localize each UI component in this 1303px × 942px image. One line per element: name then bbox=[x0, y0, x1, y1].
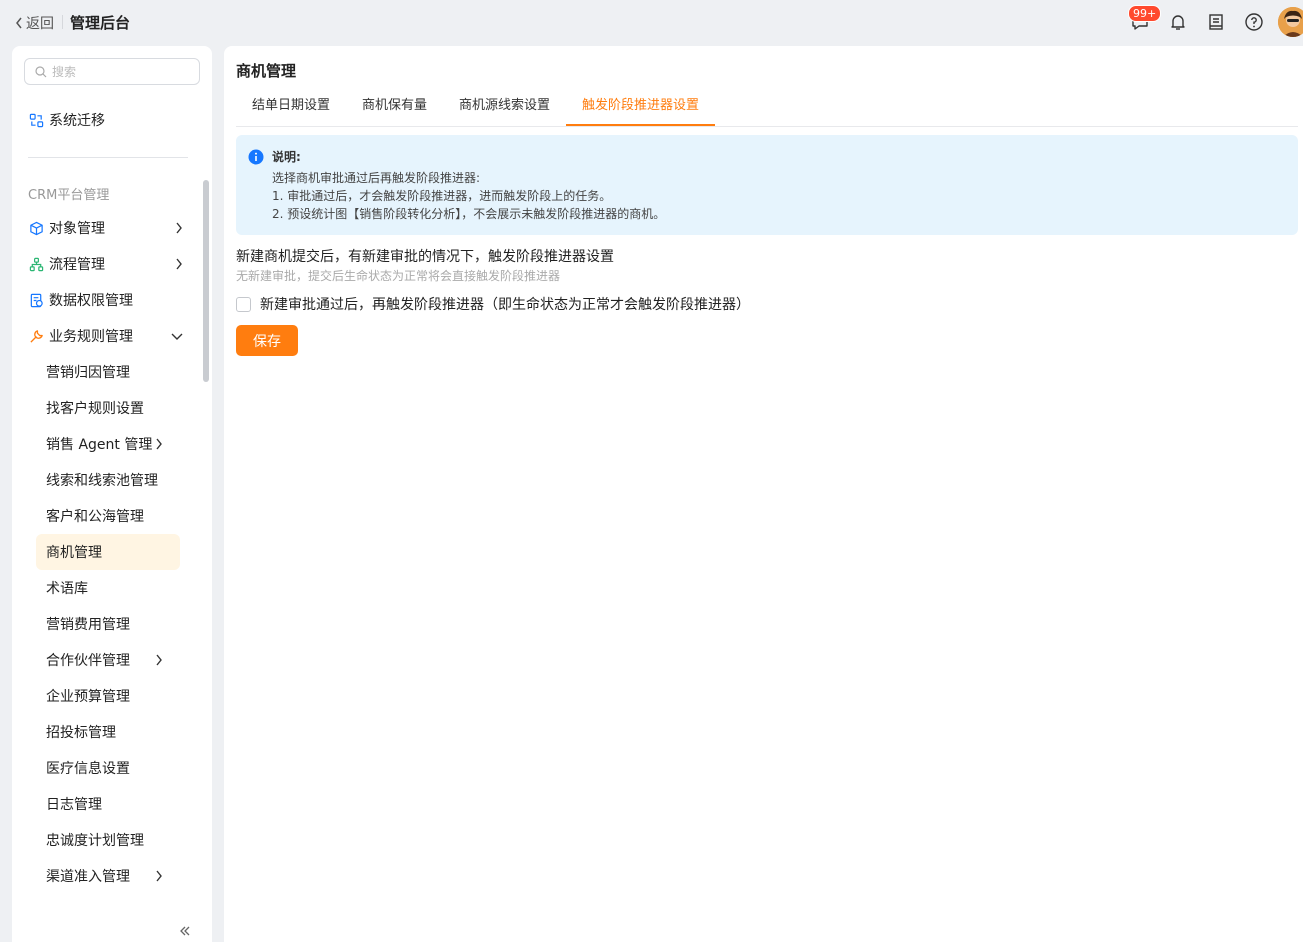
chevron-right-icon bbox=[156, 654, 162, 666]
migration-icon bbox=[28, 112, 44, 128]
sidebar: 系统迁移 CRM平台管理 对象管理 流程管理 数据权限管理 业务规则管理 营销归… bbox=[12, 46, 212, 942]
sidebar-subitem-customer-finder-rules[interactable]: 找客户规则设置 bbox=[36, 390, 180, 426]
rule-icon bbox=[28, 328, 44, 344]
sidebar-item-system-migration[interactable]: 系统迁移 bbox=[28, 102, 188, 138]
sidebar-subitem-label: 企业预算管理 bbox=[46, 689, 130, 705]
tab-opportunity-holding[interactable]: 商机保有量 bbox=[346, 90, 443, 126]
flow-icon bbox=[28, 256, 44, 272]
divider bbox=[28, 157, 188, 158]
sidebar-subitem-label: 招投标管理 bbox=[46, 725, 116, 741]
section-title: 新建商机提交后，有新建审批的情况下，触发阶段推进器设置 bbox=[236, 249, 614, 265]
divider bbox=[62, 15, 63, 29]
sidebar-subitem-channel-access[interactable]: 渠道准入管理 bbox=[36, 858, 180, 894]
sidebar-subitem-label: 渠道准入管理 bbox=[46, 869, 130, 885]
sidebar-subitem-label: 商机管理 bbox=[46, 545, 102, 561]
top-bar: 返回 管理后台 99+ bbox=[0, 0, 1303, 44]
sidebar-subitem-logs[interactable]: 日志管理 bbox=[36, 786, 180, 822]
sidebar-subitem-label: 线索和线索池管理 bbox=[46, 473, 158, 489]
page-title: 商机管理 bbox=[236, 62, 297, 80]
main-panel: 商机管理 结单日期设置 商机保有量 商机源线索设置 触发阶段推进器设置 说明: … bbox=[224, 46, 1303, 942]
permission-icon bbox=[28, 292, 44, 308]
sidebar-item-business-rules[interactable]: 业务规则管理 bbox=[28, 318, 188, 354]
sidebar-subitem-label: 医疗信息设置 bbox=[46, 761, 130, 777]
sidebar-subitem-loyalty[interactable]: 忠诚度计划管理 bbox=[36, 822, 180, 858]
sidebar-subitem-label: 客户和公海管理 bbox=[46, 509, 144, 525]
notice-box: 说明: 选择商机审批通过后再触发阶段推进器: 1. 审批通过后，才会触发阶段推进… bbox=[236, 135, 1298, 235]
bell-icon[interactable] bbox=[1167, 11, 1189, 33]
message-count-badge: 99+ bbox=[1128, 5, 1162, 22]
sidebar-item-label: 流程管理 bbox=[49, 257, 105, 273]
app-title: 管理后台 bbox=[70, 14, 131, 32]
notice-line: 2. 预设统计图【销售阶段转化分析】，不会展示未触发阶段推进器的商机。 bbox=[272, 207, 666, 221]
sidebar-item-label: 业务规则管理 bbox=[49, 329, 133, 345]
chevron-right-icon bbox=[176, 258, 182, 270]
collapse-sidebar-icon[interactable] bbox=[178, 924, 192, 942]
notice-line: 选择商机审批通过后再触发阶段推进器: bbox=[272, 171, 481, 185]
sidebar-subitem-glossary[interactable]: 术语库 bbox=[36, 570, 180, 606]
sidebar-subitem-opportunity[interactable]: 商机管理 bbox=[36, 534, 180, 570]
sidebar-subitem-label: 合作伙伴管理 bbox=[46, 653, 130, 669]
sidebar-subitem-sales-agent[interactable]: 销售 Agent 管理 bbox=[36, 426, 180, 462]
chevron-down-icon bbox=[171, 333, 183, 340]
approval-trigger-option[interactable]: 新建审批通过后，再触发阶段推进器（即生命状态为正常才会触发阶段推进器） bbox=[236, 294, 750, 314]
chevron-right-icon bbox=[176, 222, 182, 234]
sidebar-subitem-leads[interactable]: 线索和线索池管理 bbox=[36, 462, 180, 498]
sidebar-subitem-label: 营销费用管理 bbox=[46, 617, 130, 633]
sidebar-item-data-permission[interactable]: 数据权限管理 bbox=[28, 282, 188, 318]
sidebar-subitem-label: 找客户规则设置 bbox=[46, 401, 144, 417]
tab-source-lead-settings[interactable]: 商机源线索设置 bbox=[443, 90, 566, 126]
section-subtitle: 无新建审批，提交后生命状态为正常将会直接触发阶段推进器 bbox=[236, 269, 561, 283]
sidebar-item-label: 数据权限管理 bbox=[49, 293, 133, 309]
sidebar-item-flow-management[interactable]: 流程管理 bbox=[28, 246, 188, 282]
sidebar-subitem-label: 日志管理 bbox=[46, 797, 102, 813]
help-icon[interactable] bbox=[1243, 11, 1265, 33]
back-label: 返回 bbox=[26, 16, 54, 32]
notice-title: 说明: bbox=[272, 150, 301, 164]
chevron-right-icon bbox=[156, 438, 162, 450]
back-button[interactable]: 返回 bbox=[14, 13, 54, 33]
sidebar-subitem-customers[interactable]: 客户和公海管理 bbox=[36, 498, 180, 534]
sidebar-subitem-label: 术语库 bbox=[46, 581, 88, 597]
sidebar-item-label: 对象管理 bbox=[49, 221, 105, 237]
avatar[interactable] bbox=[1278, 7, 1303, 37]
approval-trigger-checkbox[interactable] bbox=[236, 296, 251, 312]
sidebar-item-label: 系统迁移 bbox=[49, 113, 105, 129]
sidebar-subitem-bidding[interactable]: 招投标管理 bbox=[36, 714, 180, 750]
notice-line: 1. 审批通过后，才会触发阶段推进器，进而触发阶段上的任务。 bbox=[272, 189, 612, 203]
sidebar-subitem-marketing-attribution[interactable]: 营销归因管理 bbox=[36, 354, 180, 390]
sidebar-subitem-medical-info[interactable]: 医疗信息设置 bbox=[36, 750, 180, 786]
search-box[interactable] bbox=[24, 58, 200, 85]
chevron-right-icon bbox=[156, 870, 162, 882]
group-label: CRM平台管理 bbox=[28, 188, 110, 203]
sidebar-subitem-label: 忠诚度计划管理 bbox=[46, 833, 144, 849]
sidebar-subitem-label: 销售 Agent 管理 bbox=[46, 437, 153, 453]
info-icon bbox=[248, 149, 264, 165]
sidebar-subitem-marketing-cost[interactable]: 营销费用管理 bbox=[36, 606, 180, 642]
tab-close-date-settings[interactable]: 结单日期设置 bbox=[236, 90, 346, 126]
save-button[interactable]: 保存 bbox=[236, 325, 298, 356]
sidebar-subitem-budget[interactable]: 企业预算管理 bbox=[36, 678, 180, 714]
search-icon bbox=[35, 65, 47, 77]
sidebar-subitem-partners[interactable]: 合作伙伴管理 bbox=[36, 642, 180, 678]
tab-stage-trigger-settings[interactable]: 触发阶段推进器设置 bbox=[566, 90, 716, 126]
tab-bar: 结单日期设置 商机保有量 商机源线索设置 触发阶段推进器设置 bbox=[236, 90, 1298, 127]
chevron-left-icon bbox=[16, 17, 22, 29]
object-icon bbox=[28, 220, 44, 236]
sidebar-subitem-label: 营销归因管理 bbox=[46, 365, 130, 381]
search-input[interactable] bbox=[52, 64, 182, 79]
inbox-icon[interactable] bbox=[1205, 11, 1227, 33]
checkbox-label: 新建审批通过后，再触发阶段推进器（即生命状态为正常才会触发阶段推进器） bbox=[260, 297, 750, 313]
sidebar-scrollbar[interactable] bbox=[203, 180, 209, 382]
sidebar-item-object-management[interactable]: 对象管理 bbox=[28, 210, 188, 246]
